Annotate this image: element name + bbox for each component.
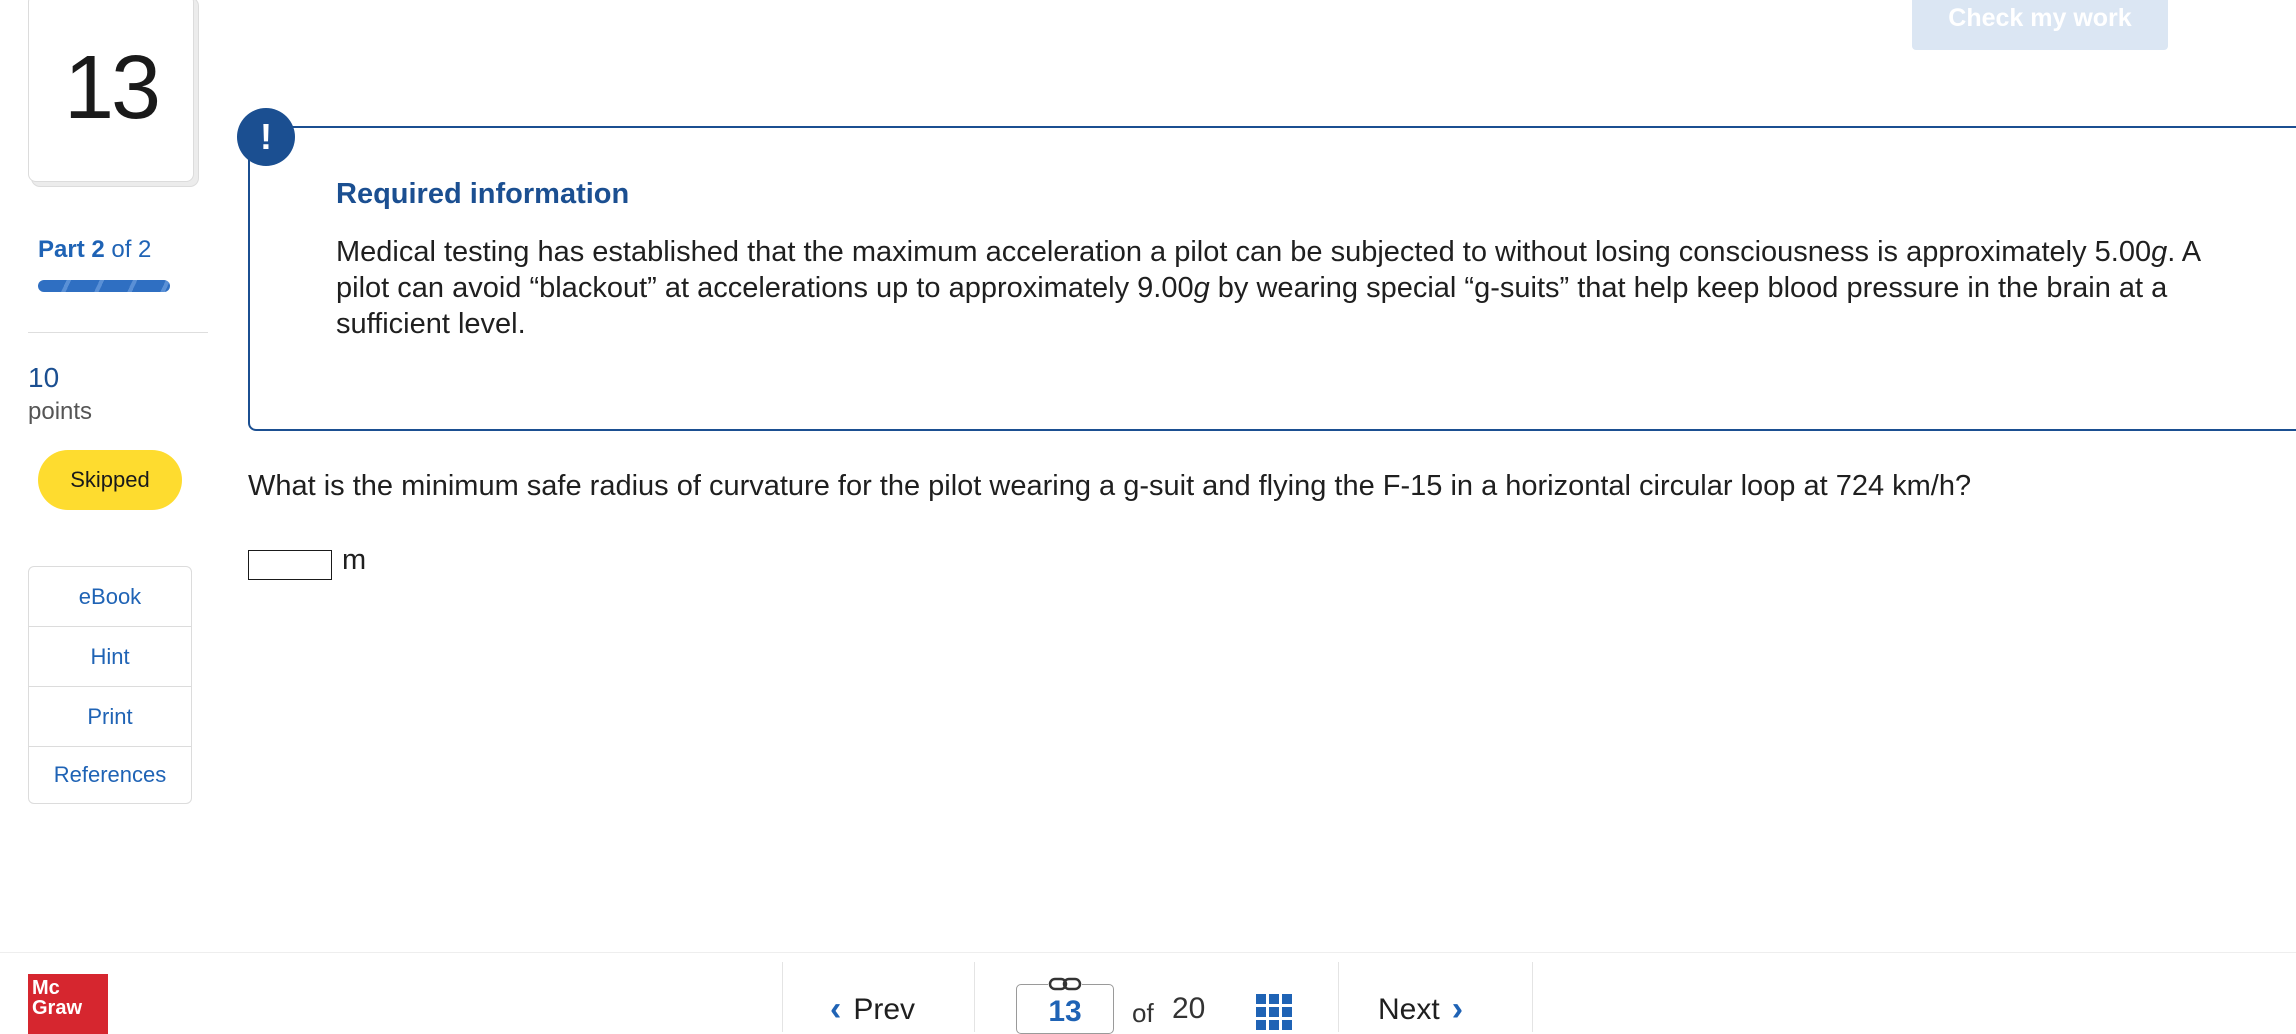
required-info-text: Medical testing has established that the… (336, 234, 2216, 342)
footer-divider (0, 952, 2296, 953)
mcgraw-hill-logo: Mc Graw (28, 974, 108, 1034)
print-button[interactable]: Print (29, 687, 191, 747)
answer-unit: m (342, 544, 367, 576)
status-badge: Skipped (38, 450, 182, 510)
required-info-box: Required information Medical testing has… (248, 126, 2296, 431)
ebook-button[interactable]: eBook (29, 567, 191, 627)
check-my-work-button[interactable]: Check my work (1912, 0, 2168, 50)
tools-panel: eBook Hint Print References (28, 566, 192, 804)
info-g-symbol: g (1193, 272, 1210, 304)
question-number: 13 (63, 37, 161, 138)
points-value: 10 (28, 362, 60, 393)
page-of-label: of (1132, 998, 1154, 1028)
question-number-card: 13 (28, 0, 194, 182)
part-indicator: Part 2 of 2 (38, 236, 151, 264)
required-info-title: Required information (336, 178, 630, 210)
question-prompt: What is the minimum safe radius of curva… (248, 470, 1972, 502)
references-button[interactable]: References (29, 747, 191, 803)
points-label: points (28, 398, 93, 425)
logo-line-1: Mc (32, 977, 60, 999)
logo-line-2: Graw (32, 997, 83, 1019)
sidebar-divider (28, 332, 208, 333)
prev-label: Prev (853, 992, 916, 1026)
next-label: Next (1378, 992, 1440, 1026)
chevron-right-icon: › (1451, 990, 1464, 1028)
info-g-symbol: g (2151, 236, 2168, 268)
hint-button[interactable]: Hint (29, 627, 191, 687)
answer-input[interactable] (248, 550, 332, 580)
info-text-part: Medical testing has established that the… (336, 236, 2152, 268)
link-icon (1048, 976, 1082, 992)
alert-icon: ! (237, 108, 295, 166)
prev-button[interactable]: ‹ Prev (818, 990, 915, 1029)
chevron-left-icon: ‹ (830, 990, 842, 1028)
part-total: of 2 (104, 236, 152, 263)
part-current: Part 2 (38, 236, 105, 263)
next-button[interactable]: Next › (1378, 990, 1475, 1029)
part-progress-bar (38, 280, 170, 292)
total-pages: 20 (1172, 992, 1206, 1025)
question-grid-icon[interactable] (1256, 994, 1292, 1030)
